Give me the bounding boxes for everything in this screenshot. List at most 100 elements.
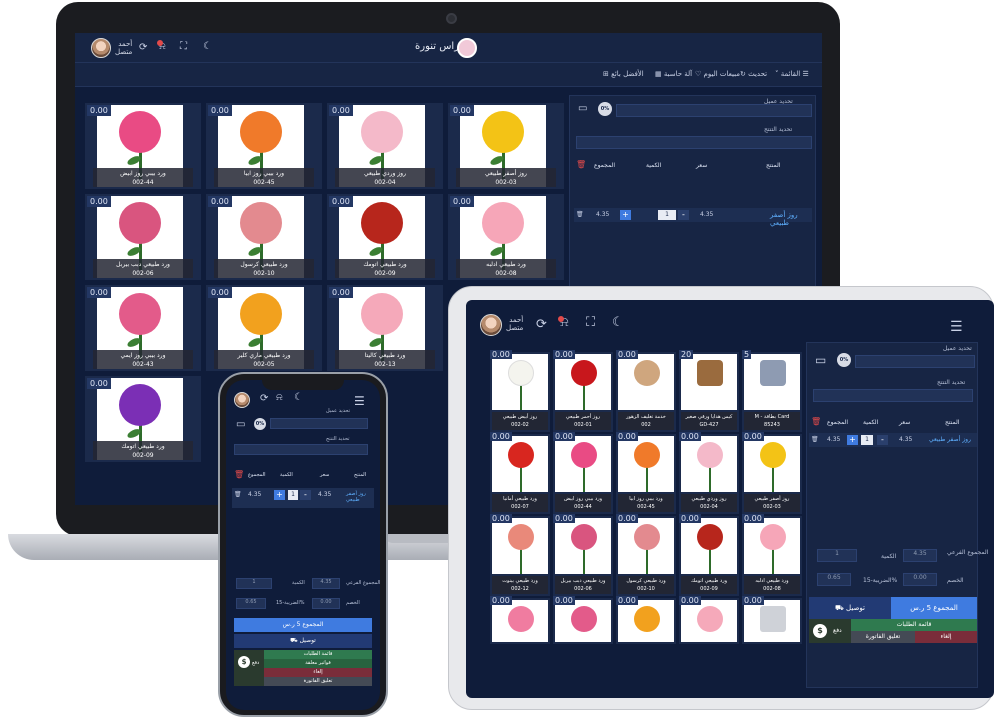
product-card[interactable]: 20 كيس هدايا ورقي صغير GD-427 <box>679 350 739 432</box>
bell-icon[interactable]: ⍾ <box>276 393 283 403</box>
cart-table-header: 🗑 المجموع الكمية سعر المنتج <box>576 160 810 172</box>
product-card[interactable]: 0.00 ورد طبيعي كاليتا 002-13 <box>327 285 443 371</box>
refresh-icon[interactable]: ⟳ <box>536 318 547 331</box>
delivery-button[interactable]: ⛟ توصيل <box>234 634 372 648</box>
moon-icon[interactable]: ☾ <box>294 393 303 403</box>
product-card[interactable]: 0.00 ورد طبيعي كرسول 002-10 <box>616 514 676 596</box>
qty-minus-button[interactable]: - <box>300 490 311 500</box>
product-card[interactable]: 0.00 <box>679 596 739 644</box>
product-card[interactable]: 0.00 ورد طبيعي اتومك 002-09 <box>679 514 739 596</box>
product-card[interactable]: 0.00 ورد طبيعي أمانيا 002-07 <box>490 432 550 514</box>
qty-plus-button[interactable]: + <box>274 490 285 500</box>
product-price: 0.00 <box>329 196 353 207</box>
note-input[interactable] <box>813 389 973 402</box>
product-card[interactable]: 0.00 ورد بيبي روز ابيض 002-44 <box>553 432 613 514</box>
product-card[interactable]: 0.00 روز أبيض طبيعي 002-02 <box>490 350 550 432</box>
moon-icon[interactable]: ☾ <box>612 316 624 329</box>
product-card[interactable]: 0.00 ورد طبيعي كرسول 002-10 <box>206 194 322 280</box>
product-label: روز أصفر طبيعي 002-03 <box>456 168 556 187</box>
qty-plus-button[interactable]: + <box>620 210 631 220</box>
product-price: 0.00 <box>450 105 474 116</box>
pay-button[interactable]: $ دفع <box>809 619 851 643</box>
discount-percent[interactable]: 0% <box>254 418 266 430</box>
cancel-button[interactable]: إلغاء <box>264 668 372 677</box>
pay-button[interactable]: $ دفع <box>234 650 264 686</box>
refresh-icon[interactable]: ⟳ <box>139 43 147 53</box>
fullscreen-icon[interactable]: ⛶ <box>180 42 187 52</box>
hamburger-icon[interactable]: ☰ <box>354 395 365 407</box>
customer-select[interactable] <box>855 355 975 368</box>
product-card[interactable]: 0.00 روز وردي طبيعي 002-04 <box>327 103 443 189</box>
product-card[interactable]: 0.00 ورد طبيعي دبب بيربل 002-06 <box>553 514 613 596</box>
product-card[interactable]: 0.00 <box>490 596 550 644</box>
product-card[interactable]: 0.00 ورد طبيعي اتومك 002-09 <box>327 194 443 280</box>
customer-select[interactable] <box>270 418 368 429</box>
refresh-button[interactable]: ↻ تحديث <box>740 70 767 78</box>
product-card[interactable]: 0.00 ورد طبيعي بينوت 002-12 <box>490 514 550 596</box>
product-card[interactable]: 0.00 روز وردي طبيعي 002-04 <box>679 432 739 514</box>
toolbar: ⊞ الأفضل بائع ▦ آلة حاسبة ♡ مبيعات اليوم… <box>75 63 822 87</box>
calculator-button[interactable]: ▦ آلة حاسبة <box>655 70 692 78</box>
orders-list-button[interactable]: قائمة الطلبات <box>851 619 977 631</box>
col-price: سعر <box>696 162 708 169</box>
product-card[interactable]: 0.00 <box>742 596 802 644</box>
fullscreen-icon[interactable]: ⛶ <box>586 316 595 329</box>
delete-row-icon[interactable]: 🗑 <box>234 491 242 498</box>
qty-minus-button[interactable]: - <box>678 210 689 220</box>
qty-total-value: 1 <box>817 549 857 562</box>
product-card[interactable]: 0.00 ورد طبيعي اتومك 002-09 <box>85 376 201 462</box>
suspend-invoice-button[interactable]: تعليق الفاتورة <box>851 631 915 643</box>
suspended-invoices-button[interactable]: فواتير معلقة <box>264 659 372 668</box>
discount-value[interactable]: 0.00 <box>903 573 937 586</box>
avatar[interactable] <box>91 38 111 58</box>
discount-percent[interactable]: 0% <box>598 102 612 116</box>
product-card[interactable]: 0.00 روز أحمر طبيعي 002-01 <box>553 350 613 432</box>
qty-value[interactable]: 1 <box>861 435 873 445</box>
product-card[interactable]: 0.00 ورد بيبي روز ابيا 002-45 <box>616 432 676 514</box>
today-sales-button[interactable]: ♡ مبيعات اليوم <box>695 70 740 78</box>
qty-value[interactable]: 1 <box>658 210 676 220</box>
customer-select[interactable] <box>616 104 812 117</box>
qty-value[interactable]: 1 <box>288 490 298 500</box>
orders-list-button[interactable]: قائمة الطلبات <box>264 650 372 659</box>
product-card[interactable]: 0.00 ورد طبيعي ماري كلير 002-05 <box>206 285 322 371</box>
product-card[interactable]: 0.00 ورد طبيعي دبب بيربل 002-06 <box>85 194 201 280</box>
cancel-button[interactable]: إلغاء <box>915 631 977 643</box>
menu-button[interactable]: ˅ القائمة ☰ <box>775 70 809 78</box>
avatar[interactable] <box>480 314 502 336</box>
product-image <box>492 354 548 410</box>
product-card[interactable]: 0.00 ورد طبيعي ادلبه 002-08 <box>448 194 564 280</box>
product-card[interactable]: 0.00 <box>553 596 613 644</box>
user-name: أحمد <box>118 40 133 48</box>
comment-icon[interactable]: ▭ <box>578 104 587 114</box>
total-button[interactable]: المجموع 5 ر.س <box>891 597 977 619</box>
product-card[interactable]: 5M - بطاقة Card 85243 <box>742 350 802 432</box>
product-card[interactable]: 0.00 ورد بيبي روز ابيض 002-44 <box>85 103 201 189</box>
discount-percent[interactable]: 0% <box>837 353 851 367</box>
product-card[interactable]: 0.00 خدمة تغليف الزهور 002 <box>616 350 676 432</box>
product-card[interactable]: 0.00 ورد بيبي روز ايمي 002-43 <box>85 285 201 371</box>
note-input[interactable] <box>576 136 812 149</box>
best-seller-button[interactable]: ⊞ الأفضل بائع <box>603 70 644 78</box>
moon-icon[interactable]: ☾ <box>203 42 212 52</box>
comment-icon[interactable]: ▭ <box>236 420 245 430</box>
avatar[interactable] <box>234 392 250 408</box>
product-card[interactable]: 0.00 روز أصفر طبيعي 002-03 <box>448 103 564 189</box>
hamburger-icon[interactable]: ☰ <box>950 320 963 334</box>
product-card[interactable]: 0.00 ورد بيبي روز ابيا 002-45 <box>206 103 322 189</box>
trash-icon: 🗑 <box>811 417 822 426</box>
note-input[interactable] <box>234 444 368 455</box>
qty-minus-button[interactable]: - <box>877 435 888 445</box>
product-card[interactable]: 0.00 ورد طبيعي ادلبه 002-08 <box>742 514 802 596</box>
delete-row-icon[interactable]: 🗑 <box>811 436 819 443</box>
total-button[interactable]: المجموع 5 ر.س <box>234 618 372 632</box>
row-product-name[interactable]: روز أصفر طبيعي <box>770 211 812 227</box>
comment-icon[interactable]: ▭ <box>815 354 826 366</box>
suspend-invoice-button[interactable]: تعليق الفاتورة <box>264 677 372 686</box>
delivery-button[interactable]: ⛟ توصيل <box>809 597 891 619</box>
product-card[interactable]: 0.00 <box>616 596 676 644</box>
product-card[interactable]: 0.00 روز أصفر طبيعي 002-03 <box>742 432 802 514</box>
delete-row-icon[interactable]: 🗑 <box>576 211 584 218</box>
qty-plus-button[interactable]: + <box>847 435 858 445</box>
refresh-icon[interactable]: ⟳ <box>260 394 268 404</box>
